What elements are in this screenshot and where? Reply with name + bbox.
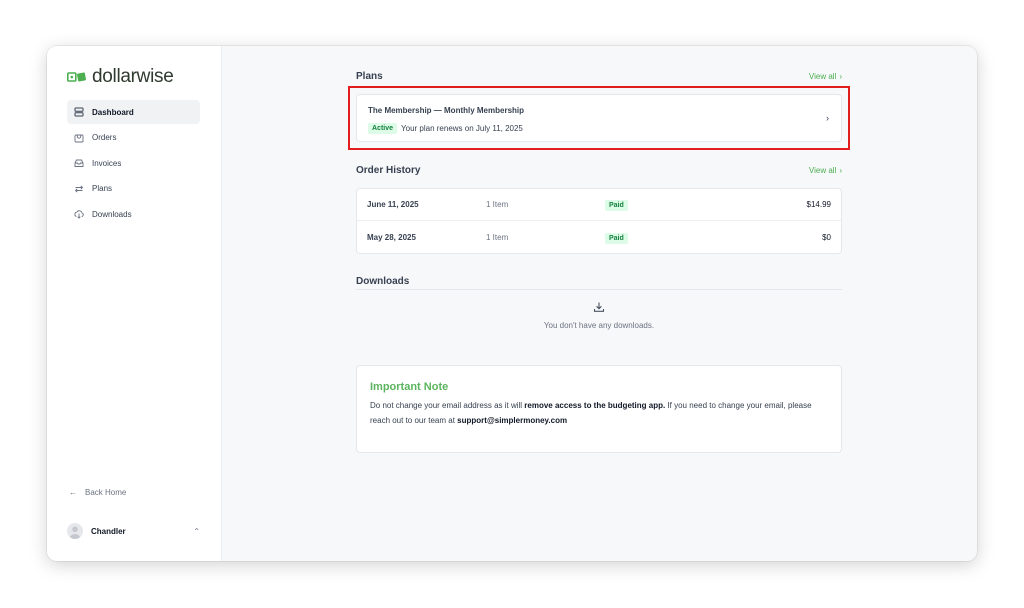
sidebar-item-label: Invoices xyxy=(92,158,122,168)
user-silhouette-icon xyxy=(69,526,81,539)
annotation-highlight-box xyxy=(348,86,850,150)
order-amount: $0 xyxy=(822,232,831,242)
orders-icon xyxy=(74,133,84,143)
important-note-card: Important Note Do not change your email … xyxy=(356,365,842,453)
downloads-title: Downloads xyxy=(356,276,410,287)
table-row[interactable]: May 28, 2025 1 Item Paid $0 xyxy=(357,221,841,253)
sidebar-item-label: Orders xyxy=(92,133,117,142)
download-icon xyxy=(593,302,605,312)
chevron-up-icon: ⌃ xyxy=(193,526,200,536)
sidebar-item-label: Plans xyxy=(92,184,113,193)
back-home-label: Back Home xyxy=(85,488,127,497)
plans-title: Plans xyxy=(356,71,383,82)
note-title: Important Note xyxy=(370,381,449,393)
avatar xyxy=(67,523,83,539)
orders-table: June 11, 2025 1 Item Paid $14.99 May 28,… xyxy=(356,188,842,254)
chevron-right-icon: › xyxy=(839,166,842,175)
table-row[interactable]: June 11, 2025 1 Item Paid $14.99 xyxy=(357,189,841,221)
downloads-divider xyxy=(356,289,842,290)
note-body: Do not change your email address as it w… xyxy=(370,401,812,425)
plans-icon xyxy=(74,184,84,194)
order-items: 1 Item xyxy=(486,200,509,209)
sidebar-item-plans[interactable]: Plans xyxy=(67,177,200,201)
brand-logo[interactable]: dollarwise xyxy=(67,66,174,88)
arrow-left-icon: ← xyxy=(69,488,77,497)
order-amount: $14.99 xyxy=(806,200,831,209)
note-bold-warning: remove access to the budgeting app. xyxy=(524,401,666,410)
dashboard-icon xyxy=(74,107,84,117)
orders-view-all-link[interactable]: View all › xyxy=(809,166,842,175)
invoices-icon xyxy=(74,158,84,168)
support-email: support@simplermoney.com xyxy=(457,416,568,425)
plans-view-all-link[interactable]: View all › xyxy=(809,72,842,81)
status-badge: Paid xyxy=(605,200,628,211)
sidebar-item-downloads[interactable]: Downloads xyxy=(67,202,200,226)
sidebar-item-label: Dashboard xyxy=(92,107,134,117)
downloads-empty-text: You don't have any downloads. xyxy=(543,321,655,330)
sidebar-nav: Dashboard Orders Invoices Plans Download… xyxy=(67,100,200,228)
order-date: June 11, 2025 xyxy=(367,200,419,209)
sidebar-item-dashboard[interactable]: Dashboard xyxy=(67,100,200,124)
downloads-header: Downloads xyxy=(356,271,842,289)
user-name: Chandler xyxy=(91,526,126,536)
sidebar: dollarwise Dashboard Orders Invoices Pla… xyxy=(47,46,222,561)
status-badge: Paid xyxy=(605,232,628,244)
orders-title: Order History xyxy=(356,165,421,176)
money-logo-icon xyxy=(67,72,86,82)
brand-name: dollarwise xyxy=(92,66,174,87)
sidebar-item-invoices[interactable]: Invoices xyxy=(67,151,200,175)
downloads-icon xyxy=(74,209,84,219)
sidebar-item-label: Downloads xyxy=(92,209,132,219)
view-all-label: View all xyxy=(808,166,837,175)
app-window: dollarwise Dashboard Orders Invoices Pla… xyxy=(47,46,977,561)
view-all-label: View all xyxy=(808,72,837,81)
chevron-right-icon: › xyxy=(839,72,842,81)
order-date: May 28, 2025 xyxy=(367,232,416,242)
order-items: 1 Item xyxy=(486,232,509,242)
orders-header: Order History View all › xyxy=(356,165,842,176)
back-home-link[interactable]: ← Back Home xyxy=(69,488,126,497)
plans-header: Plans View all › xyxy=(356,71,842,82)
sidebar-item-orders[interactable]: Orders xyxy=(67,126,200,150)
user-menu[interactable]: Chandler ⌃ xyxy=(67,520,200,542)
